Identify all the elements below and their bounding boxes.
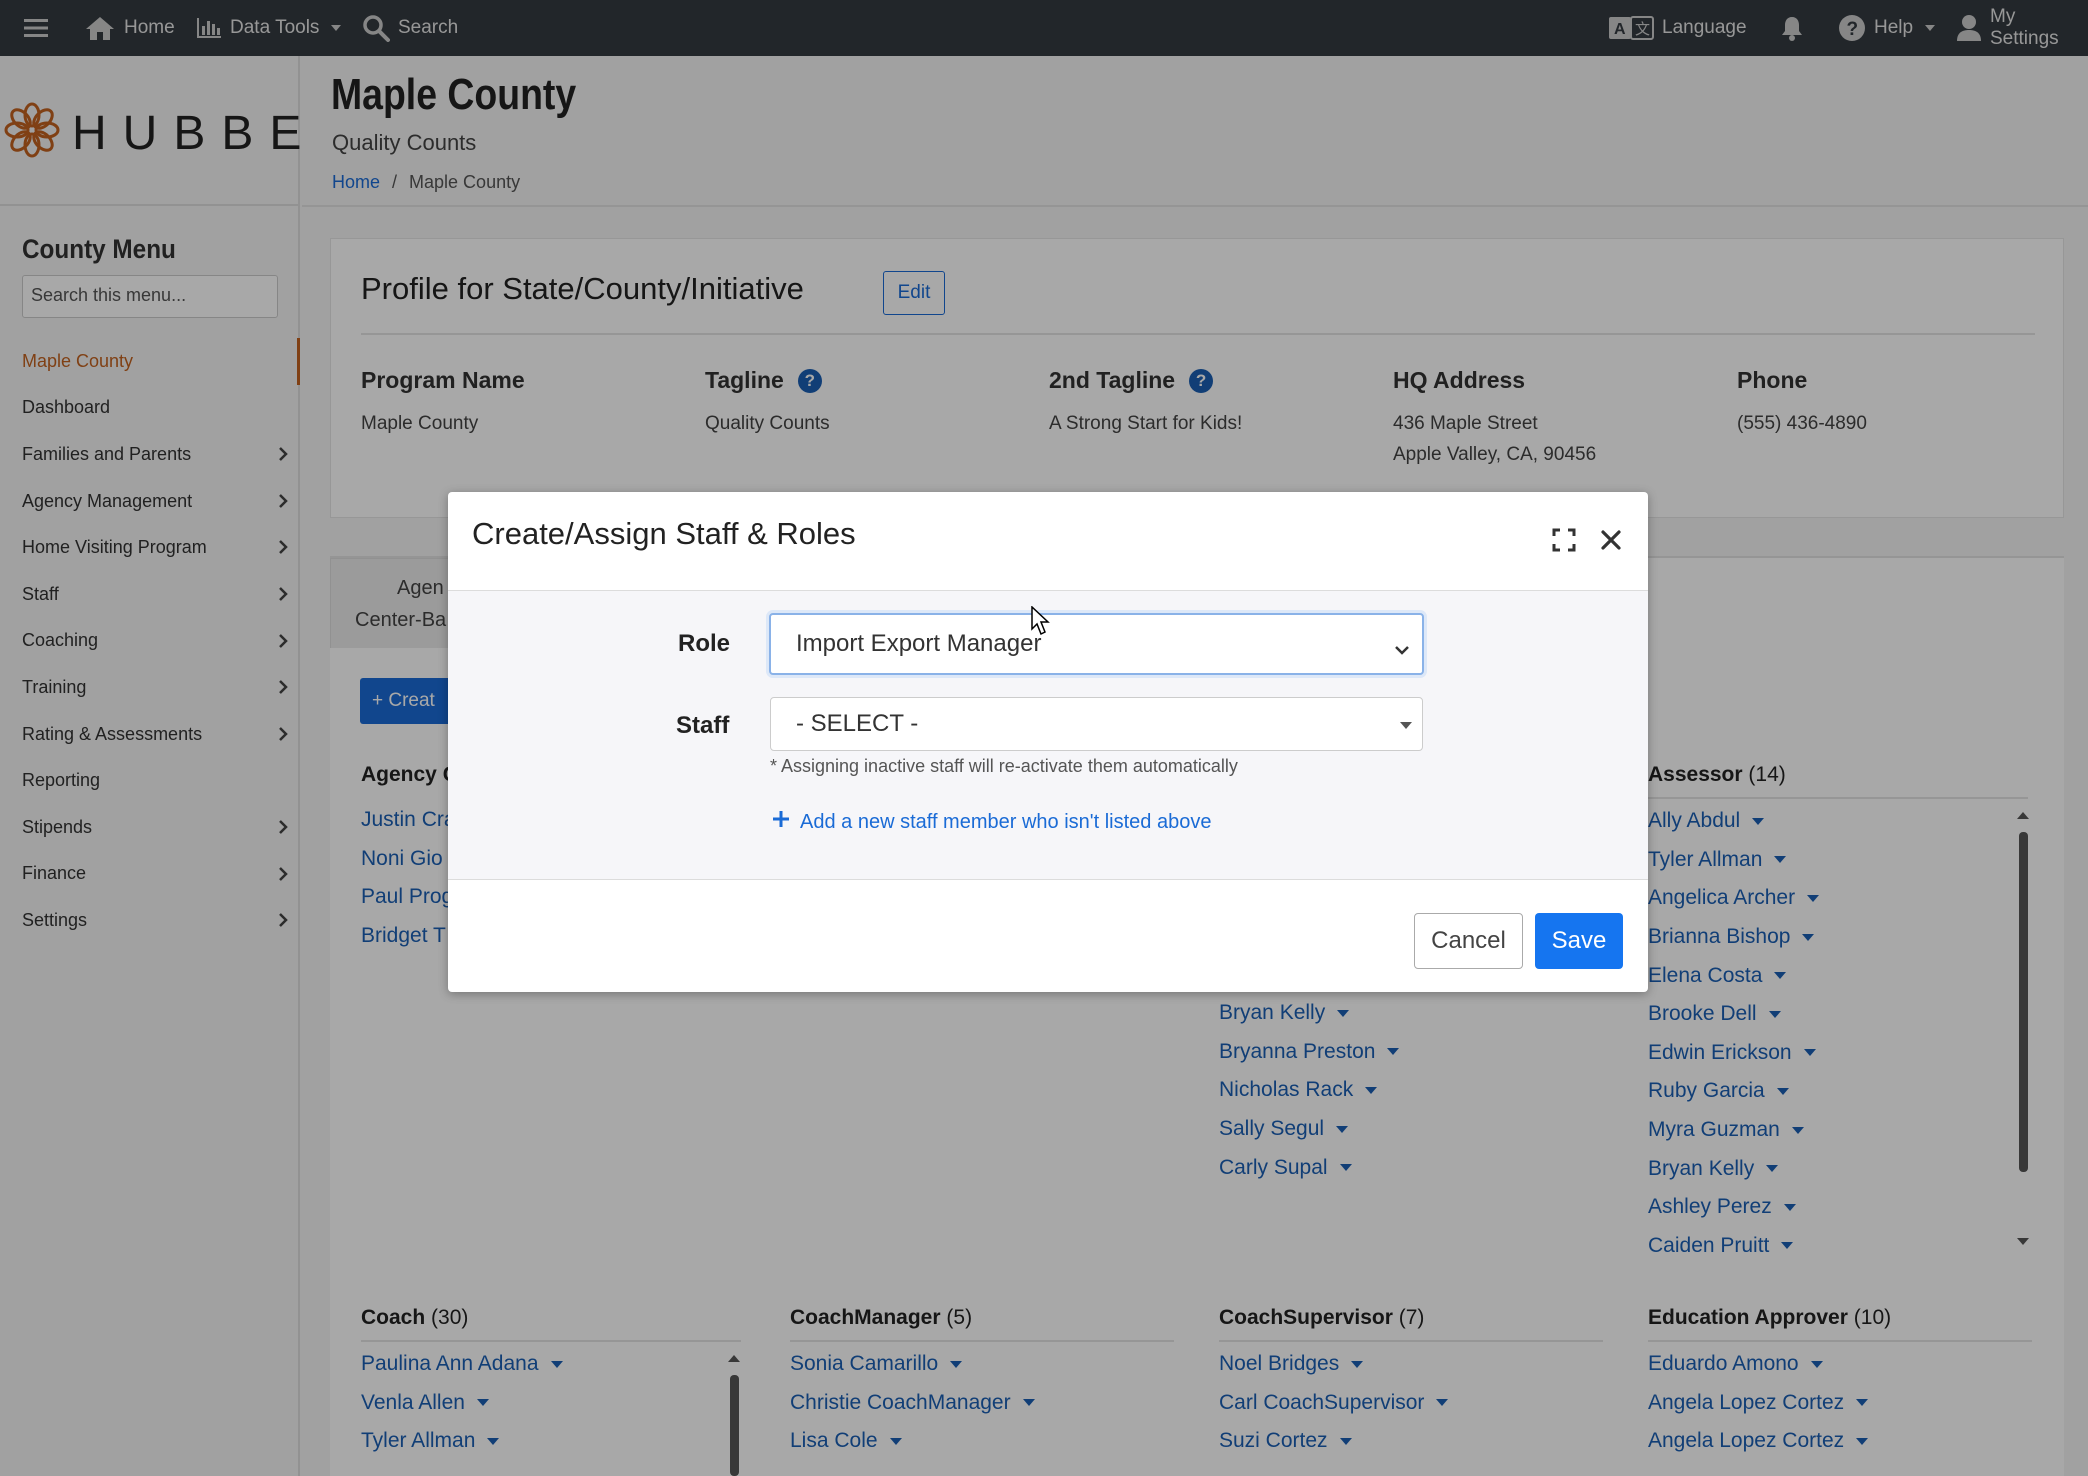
modal-title: Create/Assign Staff & Roles: [472, 516, 856, 551]
chevron-down-icon: [1394, 635, 1410, 663]
staff-select[interactable]: - SELECT -: [770, 697, 1423, 751]
mouse-cursor-icon: [1031, 605, 1051, 641]
caret-down-icon: [1400, 722, 1412, 729]
role-select[interactable]: Import Export Manager: [769, 613, 1424, 675]
staff-label: Staff: [676, 712, 730, 739]
role-label: Role: [678, 630, 731, 657]
close-icon[interactable]: [1600, 529, 1622, 556]
add-new-staff-link[interactable]: Add a new staff member who isn't listed …: [772, 810, 1211, 834]
role-select-value: Import Export Manager: [796, 630, 1042, 657]
save-button[interactable]: Save: [1535, 913, 1623, 969]
add-new-staff-label: Add a new staff member who isn't listed …: [800, 810, 1212, 833]
staff-select-value: - SELECT -: [796, 710, 919, 737]
modal-footer-divider: [448, 879, 1648, 880]
cancel-button[interactable]: Cancel: [1414, 913, 1523, 969]
staff-reactivation-hint: * Assigning inactive staff will re-activ…: [770, 756, 1238, 776]
plus-icon: [772, 810, 790, 834]
expand-icon[interactable]: [1552, 528, 1576, 557]
